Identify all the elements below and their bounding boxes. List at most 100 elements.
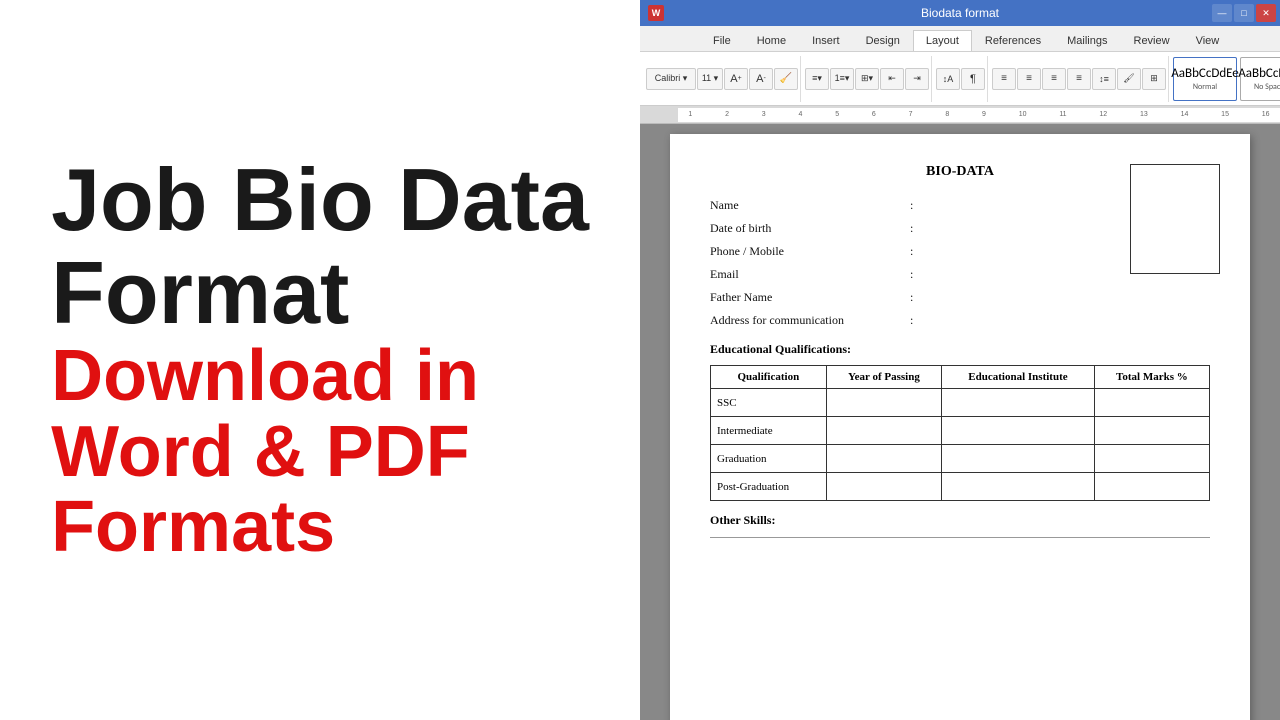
align-left-button[interactable]: ≡ xyxy=(992,68,1016,90)
edu-cell xyxy=(826,389,941,417)
title-line3: Download in xyxy=(51,339,589,415)
edu-cell xyxy=(1094,417,1209,445)
ruler-content: 1 2 3 4 5 6 7 8 9 10 11 12 13 14 15 16 xyxy=(660,108,1280,122)
title-line5: Formats xyxy=(51,490,589,566)
field-label: Date of birth xyxy=(710,221,910,236)
pilcrow-button[interactable]: ¶ xyxy=(961,68,985,90)
tab-view[interactable]: View xyxy=(1183,30,1233,51)
skills-underline xyxy=(710,532,1210,538)
doc-body[interactable]: BIO-DATA Name : Date of birth : Phone / … xyxy=(640,124,1280,720)
field-label: Address for communication xyxy=(710,313,910,328)
multilevel-button[interactable]: ⊞▾ xyxy=(855,68,879,90)
field-label: Father Name xyxy=(710,290,910,305)
tab-home[interactable]: Home xyxy=(744,30,799,51)
align-center-button[interactable]: ≡ xyxy=(1017,68,1041,90)
field-row: Father Name : xyxy=(710,290,1210,305)
edu-col-header: Year of Passing xyxy=(826,366,941,389)
edu-cell: Post-Graduation xyxy=(711,473,827,501)
paragraph-group: ≡▾ 1≡▾ ⊞▾ ⇤ ⇥ xyxy=(803,56,932,102)
align-right-button[interactable]: ≡ xyxy=(1042,68,1066,90)
edu-header-row: QualificationYear of PassingEducational … xyxy=(711,366,1210,389)
ribbon-toolbar: Calibri ▾ 11 ▾ A+ A- 🧹 ≡▾ 1≡▾ ⊞▾ ⇤ ⇥ ↕A … xyxy=(640,52,1280,106)
edu-cell xyxy=(1094,389,1209,417)
ruler: 1 2 3 4 5 6 7 8 9 10 11 12 13 14 15 16 xyxy=(640,106,1280,124)
style-normal-label: Normal xyxy=(1193,82,1217,92)
shrink-font-button[interactable]: A- xyxy=(749,68,773,90)
edu-cell xyxy=(826,417,941,445)
edu-cell xyxy=(1094,445,1209,473)
tab-mailings[interactable]: Mailings xyxy=(1054,30,1120,51)
window-title: Biodata format xyxy=(921,6,999,20)
edu-cell xyxy=(942,417,1095,445)
title-bar: W Biodata format — □ ✕ xyxy=(640,0,1280,26)
clear-format-button[interactable]: 🧹 xyxy=(774,68,798,90)
close-button[interactable]: ✕ xyxy=(1256,4,1276,22)
other-skills-heading: Other Skills: xyxy=(710,513,1210,528)
tab-design[interactable]: Design xyxy=(853,30,913,51)
decrease-indent-button[interactable]: ⇤ xyxy=(880,68,904,90)
edu-cell: SSC xyxy=(711,389,827,417)
edu-col-header: Qualification xyxy=(711,366,827,389)
minimize-button[interactable]: — xyxy=(1212,4,1232,22)
font-name-button[interactable]: Calibri ▾ xyxy=(646,68,696,90)
right-panel: W Biodata format — □ ✕ File Home Insert … xyxy=(640,0,1280,720)
field-row: Address for communication : xyxy=(710,313,1210,328)
window-controls[interactable]: — □ ✕ xyxy=(1212,4,1276,22)
styles-group: AaBbCcDdEe Normal AaBbCcDdEe No Spacing … xyxy=(1171,56,1280,102)
edu-row: Post-Graduation xyxy=(711,473,1210,501)
font-size-group: Calibri ▾ 11 ▾ A+ A- 🧹 xyxy=(644,56,801,102)
field-colon: : xyxy=(910,267,913,282)
title-line1: Job Bio Data xyxy=(51,154,589,246)
style-normal[interactable]: AaBbCcDdEe Normal xyxy=(1173,57,1237,101)
align-group: ≡ ≡ ≡ ≡ ↕≡ 🖌 ⊞ xyxy=(990,56,1169,102)
ruler-white-area: 1 2 3 4 5 6 7 8 9 10 11 12 13 14 15 16 xyxy=(678,108,1280,122)
field-colon: : xyxy=(910,313,913,328)
numbering-button[interactable]: 1≡▾ xyxy=(830,68,854,90)
field-colon: : xyxy=(910,198,913,213)
edu-cell xyxy=(942,473,1095,501)
edu-col-header: Educational Institute xyxy=(942,366,1095,389)
edu-cell: Intermediate xyxy=(711,417,827,445)
edu-row: Graduation xyxy=(711,445,1210,473)
font-size-button[interactable]: 11 ▾ xyxy=(697,68,723,90)
edu-cell xyxy=(942,389,1095,417)
edu-row: SSC xyxy=(711,389,1210,417)
edu-table: QualificationYear of PassingEducational … xyxy=(710,365,1210,501)
field-label: Name xyxy=(710,198,910,213)
maximize-button[interactable]: □ xyxy=(1234,4,1254,22)
style-nospacing-label: No Spacing xyxy=(1254,82,1280,92)
borders-button[interactable]: ⊞ xyxy=(1142,68,1166,90)
tab-file[interactable]: File xyxy=(700,30,744,51)
style-no-spacing[interactable]: AaBbCcDdEe No Spacing xyxy=(1240,57,1280,101)
title-line2: Format xyxy=(51,247,589,339)
field-label: Phone / Mobile xyxy=(710,244,910,259)
word-icon: W xyxy=(648,5,664,21)
photo-box xyxy=(1130,164,1220,274)
field-label: Email xyxy=(710,267,910,282)
edu-body: SSCIntermediateGraduationPost-Graduation xyxy=(711,389,1210,501)
tab-references[interactable]: References xyxy=(972,30,1054,51)
increase-indent-button[interactable]: ⇥ xyxy=(905,68,929,90)
bullets-button[interactable]: ≡▾ xyxy=(805,68,829,90)
tab-layout[interactable]: Layout xyxy=(913,30,972,51)
tab-review[interactable]: Review xyxy=(1121,30,1183,51)
sort-group: ↕A ¶ xyxy=(934,56,988,102)
sort-button[interactable]: ↕A xyxy=(936,68,960,90)
title-line4: Word & PDF xyxy=(51,415,589,491)
edu-row: Intermediate xyxy=(711,417,1210,445)
tab-insert[interactable]: Insert xyxy=(799,30,853,51)
style-nospacing-preview: AaBbCcDdEe xyxy=(1238,66,1280,81)
justify-button[interactable]: ≡ xyxy=(1067,68,1091,90)
field-colon: : xyxy=(910,290,913,305)
grow-font-button[interactable]: A+ xyxy=(724,68,748,90)
edu-cell xyxy=(826,445,941,473)
edu-section-heading: Educational Qualifications: xyxy=(710,342,1210,357)
shading-button[interactable]: 🖌 xyxy=(1117,68,1141,90)
style-normal-preview: AaBbCcDdEe xyxy=(1171,66,1239,81)
edu-cell xyxy=(1094,473,1209,501)
field-colon: : xyxy=(910,244,913,259)
edu-col-header: Total Marks % xyxy=(1094,366,1209,389)
left-panel: Job Bio Data Format Download in Word & P… xyxy=(0,0,640,720)
line-spacing-button[interactable]: ↕≡ xyxy=(1092,68,1116,90)
edu-cell xyxy=(826,473,941,501)
